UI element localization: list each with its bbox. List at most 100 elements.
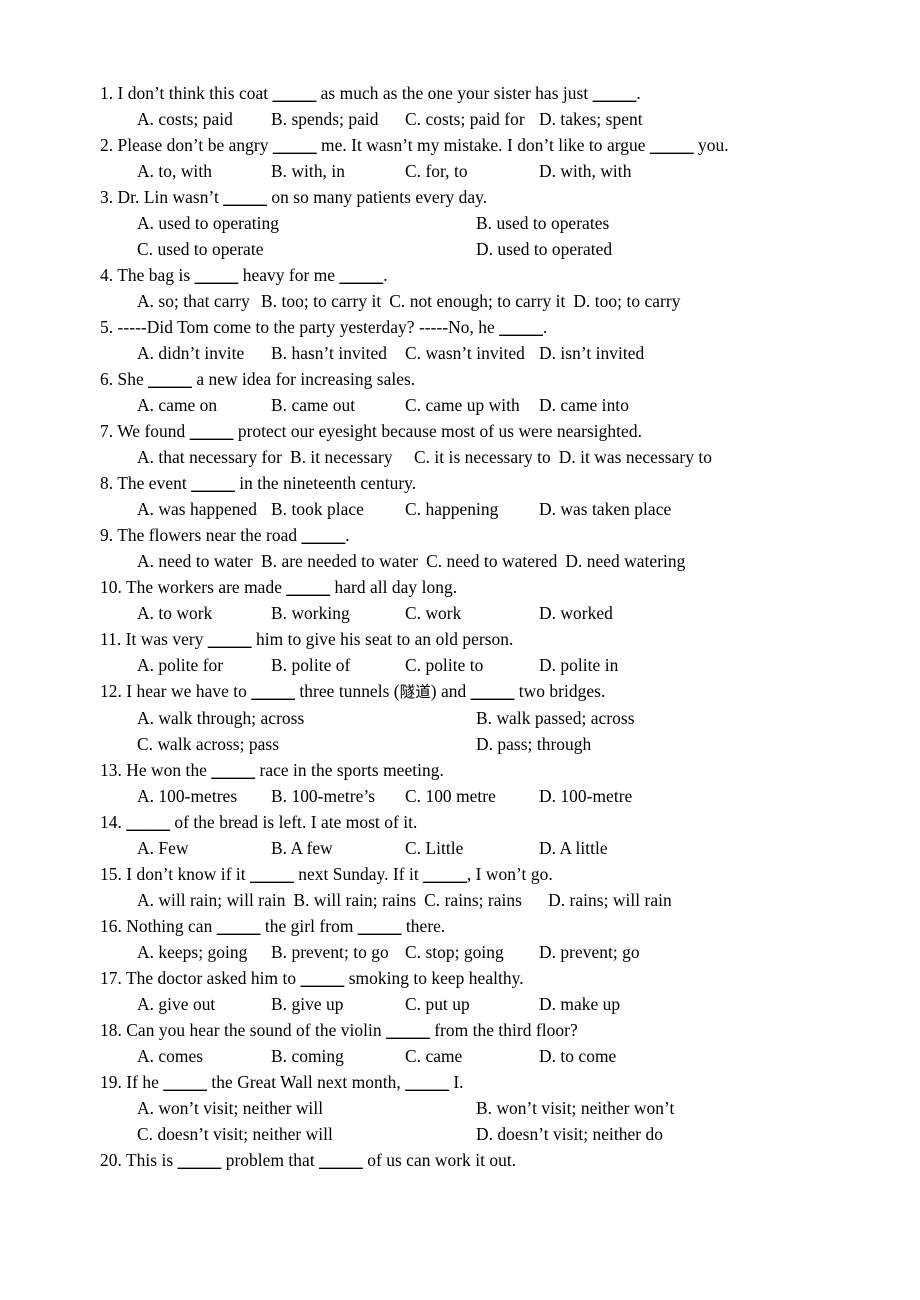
answer-blank[interactable]: _____: [301, 968, 345, 988]
answer-blank[interactable]: _____: [593, 83, 637, 103]
answer-option[interactable]: C. used to operate: [137, 236, 476, 262]
answer-blank[interactable]: _____: [163, 1072, 207, 1092]
answer-option[interactable]: D. used to operated: [476, 236, 612, 262]
answer-option[interactable]: C. polite to: [405, 652, 539, 678]
answer-option[interactable]: D. too; to carry: [573, 288, 680, 314]
answer-option[interactable]: C. came: [405, 1043, 539, 1069]
answer-option[interactable]: A. came on: [137, 392, 271, 418]
answer-option[interactable]: B. used to operates: [476, 210, 609, 236]
answer-blank[interactable]: _____: [190, 421, 234, 441]
answer-option[interactable]: A. walk through; across: [137, 705, 476, 731]
answer-option[interactable]: C. rains; rains: [424, 887, 548, 913]
answer-blank[interactable]: _____: [471, 681, 515, 701]
answer-blank[interactable]: _____: [319, 1150, 363, 1170]
answer-blank[interactable]: _____: [650, 135, 694, 155]
answer-blank[interactable]: _____: [251, 681, 295, 701]
answer-option[interactable]: B. give up: [271, 991, 405, 1017]
answer-option[interactable]: A. keeps; going: [137, 939, 271, 965]
answer-option[interactable]: B. with, in: [271, 158, 405, 184]
answer-option[interactable]: D. came into: [539, 392, 629, 418]
answer-option[interactable]: D. isn’t invited: [539, 340, 644, 366]
answer-blank[interactable]: _____: [339, 265, 383, 285]
answer-option[interactable]: D. rains; will rain: [548, 887, 672, 913]
answer-option[interactable]: B. working: [271, 600, 405, 626]
answer-option[interactable]: A. Few: [137, 835, 271, 861]
answer-option[interactable]: A. give out: [137, 991, 271, 1017]
answer-option[interactable]: C. walk across; pass: [137, 731, 476, 757]
answer-blank[interactable]: _____: [386, 1020, 430, 1040]
answer-option[interactable]: C. stop; going: [405, 939, 539, 965]
answer-blank[interactable]: _____: [126, 812, 170, 832]
answer-option[interactable]: B. spends; paid: [271, 106, 405, 132]
answer-option[interactable]: C. happening: [405, 496, 539, 522]
answer-option[interactable]: A. that necessary for: [137, 444, 290, 470]
answer-option[interactable]: B. coming: [271, 1043, 405, 1069]
answer-option[interactable]: C. work: [405, 600, 539, 626]
answer-blank[interactable]: _____: [273, 83, 317, 103]
answer-option[interactable]: B. hasn’t invited: [271, 340, 405, 366]
answer-blank[interactable]: _____: [423, 864, 467, 884]
answer-option[interactable]: D. doesn’t visit; neither do: [476, 1121, 663, 1147]
answer-option[interactable]: A. was happened: [137, 496, 271, 522]
answer-blank[interactable]: _____: [191, 473, 235, 493]
answer-option[interactable]: B. prevent; to go: [271, 939, 405, 965]
answer-option[interactable]: A. need to water: [137, 548, 261, 574]
answer-option[interactable]: D. make up: [539, 991, 620, 1017]
answer-blank[interactable]: _____: [405, 1072, 449, 1092]
answer-option[interactable]: C. it is necessary to: [414, 444, 559, 470]
answer-option[interactable]: B. 100-metre’s: [271, 783, 405, 809]
answer-option[interactable]: D. worked: [539, 600, 613, 626]
answer-blank[interactable]: _____: [223, 187, 267, 207]
answer-option[interactable]: B. are needed to water: [261, 548, 426, 574]
answer-option[interactable]: C. doesn’t visit; neither will: [137, 1121, 476, 1147]
answer-blank[interactable]: _____: [217, 916, 261, 936]
answer-option[interactable]: A. costs; paid: [137, 106, 271, 132]
answer-blank[interactable]: _____: [499, 317, 543, 337]
answer-blank[interactable]: _____: [178, 1150, 222, 1170]
answer-option[interactable]: B. will rain; rains: [293, 887, 424, 913]
answer-option[interactable]: A. so; that carry: [137, 288, 261, 314]
answer-option[interactable]: A. comes: [137, 1043, 271, 1069]
answer-blank[interactable]: _____: [211, 760, 255, 780]
answer-option[interactable]: A. polite for: [137, 652, 271, 678]
answer-option[interactable]: B. it necessary: [290, 444, 414, 470]
answer-option[interactable]: A. will rain; will rain: [137, 887, 293, 913]
answer-option[interactable]: C. wasn’t invited: [405, 340, 539, 366]
answer-option[interactable]: C. costs; paid for: [405, 106, 539, 132]
answer-option[interactable]: D. takes; spent: [539, 106, 643, 132]
answer-option[interactable]: B. too; to carry it: [261, 288, 389, 314]
answer-option[interactable]: B. polite of: [271, 652, 405, 678]
answer-option[interactable]: D. with, with: [539, 158, 631, 184]
answer-option[interactable]: C. put up: [405, 991, 539, 1017]
answer-blank[interactable]: _____: [302, 525, 346, 545]
answer-blank[interactable]: _____: [195, 265, 239, 285]
answer-blank[interactable]: _____: [273, 135, 317, 155]
answer-option[interactable]: D. was taken place: [539, 496, 671, 522]
answer-blank[interactable]: _____: [208, 629, 252, 649]
answer-option[interactable]: D. it was necessary to: [559, 444, 712, 470]
answer-option[interactable]: A. 100-metres: [137, 783, 271, 809]
answer-option[interactable]: A. won’t visit; neither will: [137, 1095, 476, 1121]
answer-option[interactable]: A. to work: [137, 600, 271, 626]
answer-option[interactable]: C. need to watered: [426, 548, 565, 574]
answer-option[interactable]: D. A little: [539, 835, 608, 861]
answer-option[interactable]: A. used to operating: [137, 210, 476, 236]
answer-option[interactable]: D. pass; through: [476, 731, 591, 757]
answer-blank[interactable]: _____: [286, 577, 330, 597]
answer-option[interactable]: C. not enough; to carry it: [389, 288, 573, 314]
answer-option[interactable]: D. to come: [539, 1043, 616, 1069]
answer-blank[interactable]: _____: [148, 369, 192, 389]
answer-option[interactable]: B. A few: [271, 835, 405, 861]
answer-option[interactable]: D. 100-metre: [539, 783, 632, 809]
answer-option[interactable]: C. Little: [405, 835, 539, 861]
answer-option[interactable]: D. need watering: [565, 548, 685, 574]
answer-option[interactable]: B. won’t visit; neither won’t: [476, 1095, 674, 1121]
answer-option[interactable]: B. came out: [271, 392, 405, 418]
answer-option[interactable]: D. prevent; go: [539, 939, 640, 965]
answer-option[interactable]: C. came up with: [405, 392, 539, 418]
answer-option[interactable]: B. walk passed; across: [476, 705, 635, 731]
answer-blank[interactable]: _____: [358, 916, 402, 936]
answer-option[interactable]: C. 100 metre: [405, 783, 539, 809]
answer-blank[interactable]: _____: [250, 864, 294, 884]
answer-option[interactable]: D. polite in: [539, 652, 618, 678]
